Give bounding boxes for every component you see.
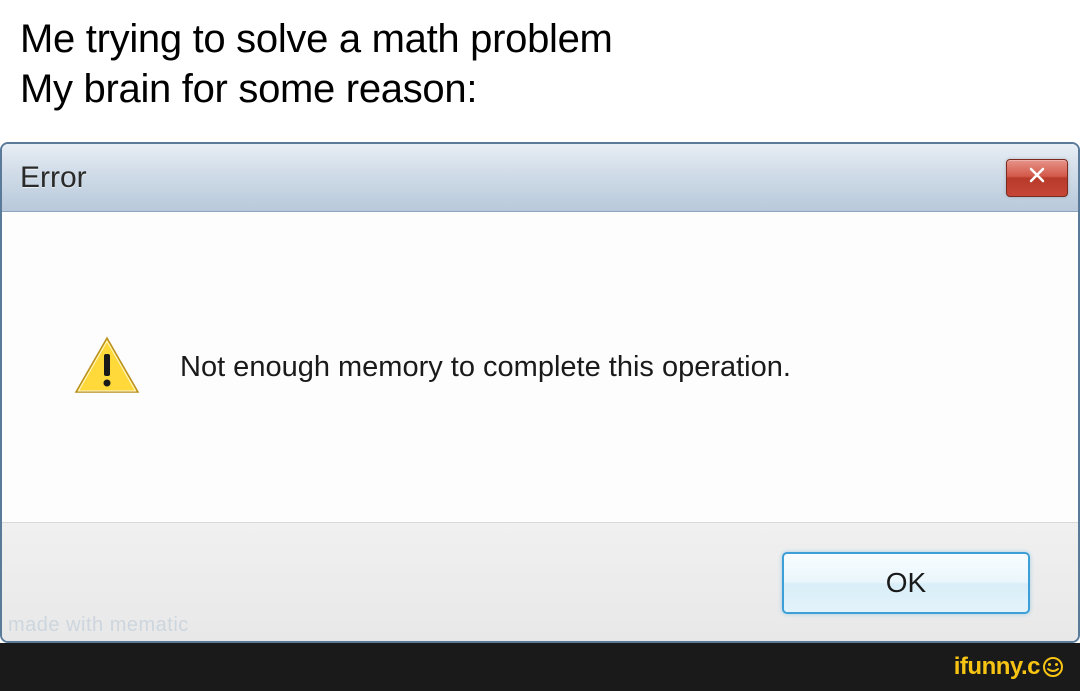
error-message: Not enough memory to complete this opera…	[180, 351, 791, 384]
close-button[interactable]	[1006, 159, 1068, 197]
error-dialog: Error Not enough memory to complete this…	[0, 142, 1080, 643]
dialog-button-row: OK made with mematic	[2, 522, 1078, 643]
meme-caption: Me trying to solve a math problem My bra…	[0, 0, 1080, 132]
mematic-watermark: made with mematic	[8, 614, 189, 637]
close-icon	[1028, 166, 1046, 189]
ok-button[interactable]: OK	[782, 552, 1030, 614]
caption-line-1: Me trying to solve a math problem	[20, 14, 1060, 64]
dialog-title: Error	[20, 161, 87, 195]
caption-line-2: My brain for some reason:	[20, 64, 1060, 114]
ifunny-watermark: ifunny.c	[954, 653, 1064, 681]
dialog-body: Not enough memory to complete this opera…	[2, 212, 1078, 522]
warning-icon	[72, 332, 142, 402]
dialog-titlebar[interactable]: Error	[2, 144, 1078, 212]
ifunny-bar: ifunny.c	[0, 643, 1080, 691]
